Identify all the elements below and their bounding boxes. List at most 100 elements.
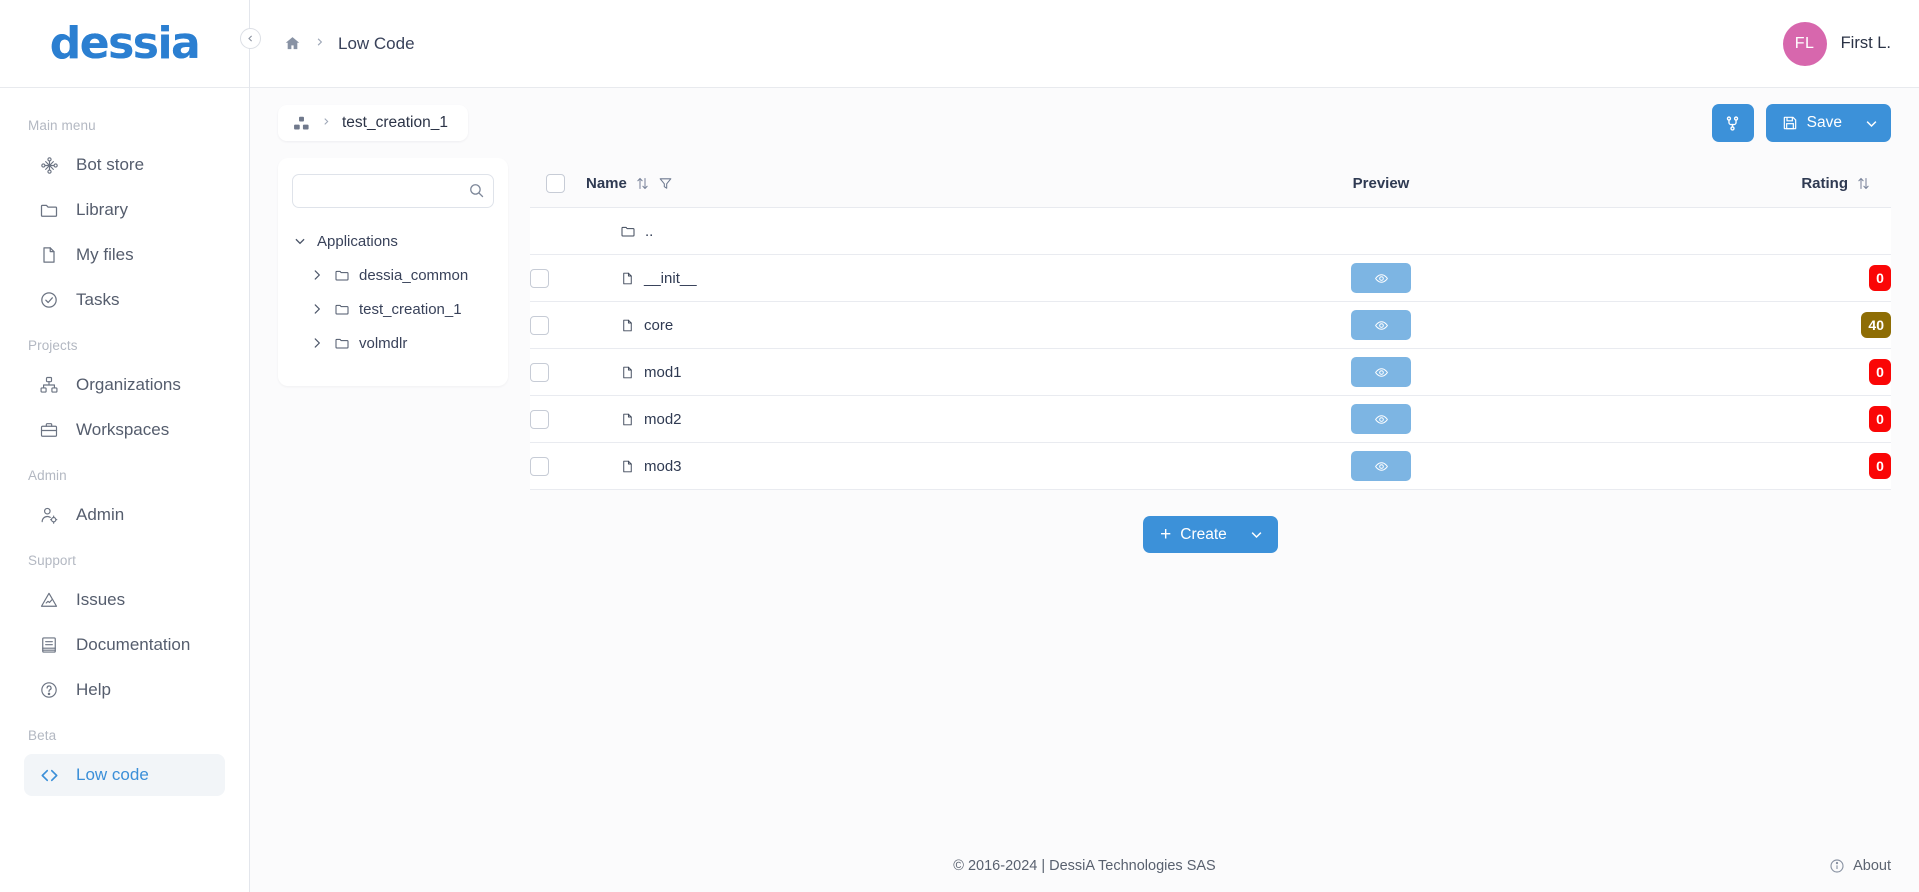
funnel-icon[interactable] <box>658 176 673 191</box>
chevron-right-icon[interactable] <box>309 302 325 316</box>
row-checkbox[interactable] <box>530 409 549 429</box>
sidebar-item-low-code[interactable]: Low code <box>24 754 225 796</box>
cell-select <box>530 442 586 490</box>
cell-select <box>530 207 586 255</box>
table-row[interactable]: core 40 <box>530 301 1891 349</box>
cell-name: mod3 <box>586 442 1171 490</box>
cell-preview <box>1171 207 1591 255</box>
col-name-label: Name <box>586 175 627 192</box>
file-icon <box>620 459 635 474</box>
chevron-right-icon[interactable] <box>309 268 325 282</box>
file-icon <box>36 244 62 266</box>
table-row[interactable]: .. <box>530 207 1891 255</box>
book-icon <box>36 634 62 656</box>
cell-name: mod1 <box>586 348 1171 396</box>
cell-preview <box>1171 395 1591 443</box>
table-row[interactable]: mod3 0 <box>530 442 1891 490</box>
avatar[interactable]: FL <box>1782 21 1827 66</box>
preview-button[interactable] <box>1351 263 1411 293</box>
file-name[interactable]: mod3 <box>644 458 682 475</box>
cell-rating: 40 <box>1591 301 1891 349</box>
table-row[interactable]: __init__ 0 <box>530 254 1891 302</box>
preview-button[interactable] <box>1351 451 1411 481</box>
footer-copyright: © 2016-2024 | DessiA Technologies SAS <box>953 858 1216 874</box>
row-checkbox[interactable] <box>530 268 549 288</box>
create-dropdown-caret[interactable] <box>1236 527 1278 542</box>
sidebar-item-help[interactable]: Help <box>24 669 225 711</box>
row-checkbox[interactable] <box>530 456 549 476</box>
sort-updown-icon[interactable] <box>635 176 650 191</box>
file-name[interactable]: mod2 <box>644 411 682 428</box>
content-toolbar: test_creation_1 Save <box>250 88 1919 158</box>
save-button[interactable]: Save <box>1765 104 1891 142</box>
row-checkbox[interactable] <box>530 362 549 382</box>
sidebar-item-workspaces[interactable]: Workspaces <box>24 409 225 451</box>
row-checkbox[interactable] <box>530 315 549 335</box>
sidebar-item-label: Issues <box>76 590 126 609</box>
file-name[interactable]: __init__ <box>644 270 697 287</box>
preview-button[interactable] <box>1351 404 1411 434</box>
create-button-label: Create <box>1180 525 1227 543</box>
sort-updown-icon[interactable] <box>1856 176 1871 191</box>
sidebar-item-admin[interactable]: Admin <box>24 494 225 536</box>
eye-icon <box>1374 412 1389 427</box>
file-name[interactable]: .. <box>645 223 653 240</box>
app-root: dessia Main menu Bot store Library My files… <box>0 0 1919 892</box>
sidebar-item-documentation[interactable]: Documentation <box>24 624 225 666</box>
chevron-right-icon <box>324 117 329 125</box>
table-header-row: Name Preview Rating <box>530 160 1891 208</box>
chevron-down-icon <box>1866 120 1876 127</box>
breadcrumb-current[interactable]: Low Code <box>338 34 415 54</box>
sidebar-item-issues[interactable]: Issues <box>24 579 225 621</box>
cell-name: __init__ <box>586 254 1171 302</box>
cell-name: mod2 <box>586 395 1171 443</box>
cell-name: .. <box>586 207 1171 255</box>
file-name[interactable]: mod1 <box>644 364 682 381</box>
eye-icon <box>1374 459 1389 474</box>
file-tree-panel: Applications dessia_common test_creation_… <box>278 158 508 386</box>
tree-node-applications[interactable]: Applications <box>292 224 494 258</box>
sidebar-item-bot-store[interactable]: Bot store <box>24 144 225 186</box>
select-all-checkbox[interactable] <box>546 174 565 193</box>
sidebar-collapse-button[interactable] <box>240 28 261 49</box>
create-button[interactable]: + Create <box>1143 516 1278 553</box>
sidebar-item-organizations[interactable]: Organizations <box>24 364 225 406</box>
about-button[interactable]: About <box>1829 858 1891 874</box>
path-breadcrumb[interactable]: test_creation_1 <box>278 105 468 141</box>
chevron-down-icon[interactable] <box>292 234 308 248</box>
tree-node-label: dessia_common <box>359 266 469 284</box>
folder-icon <box>334 335 350 351</box>
tree-list: Applications dessia_common test_creation_… <box>292 224 494 360</box>
sidebar-item-library[interactable]: Library <box>24 189 225 231</box>
table-row[interactable]: mod2 0 <box>530 395 1891 443</box>
col-preview-label: Preview <box>1352 175 1410 192</box>
tree-node-test_creation_1[interactable]: test_creation_1 <box>292 292 494 326</box>
brand-logo[interactable]: dessia <box>0 0 249 88</box>
main-area: Low Code FL First L. test_creation_1 Sav… <box>250 0 1919 892</box>
sidebar-item-label: My files <box>76 245 134 264</box>
search-input[interactable] <box>292 174 494 208</box>
user-menu[interactable]: FL First L. <box>1782 21 1891 66</box>
home-icon[interactable] <box>284 35 301 52</box>
rating-badge: 0 <box>1869 453 1891 479</box>
tree-node-volmdlr[interactable]: volmdlr <box>292 326 494 360</box>
table-row[interactable]: mod1 0 <box>530 348 1891 396</box>
cell-select <box>530 395 586 443</box>
create-button-wrap: + Create <box>530 490 1891 553</box>
cell-preview <box>1171 348 1591 396</box>
cell-preview <box>1171 254 1591 302</box>
sidebar-item-my-files[interactable]: My files <box>24 234 225 276</box>
preview-button[interactable] <box>1351 357 1411 387</box>
preview-button[interactable] <box>1351 310 1411 340</box>
save-dropdown-caret[interactable] <box>1851 116 1891 131</box>
tree-node-dessia_common[interactable]: dessia_common <box>292 258 494 292</box>
user-gear-icon <box>36 504 62 526</box>
file-name[interactable]: core <box>644 317 673 334</box>
sidebar-item-label: Library <box>76 200 128 219</box>
sidebar-item-tasks[interactable]: Tasks <box>24 279 225 321</box>
sidebar-item-label: Organizations <box>76 375 181 394</box>
branch-button[interactable] <box>1711 104 1754 142</box>
search-icon[interactable] <box>468 182 485 204</box>
chevron-right-icon[interactable] <box>309 336 325 350</box>
col-rating: Rating <box>1591 160 1891 208</box>
